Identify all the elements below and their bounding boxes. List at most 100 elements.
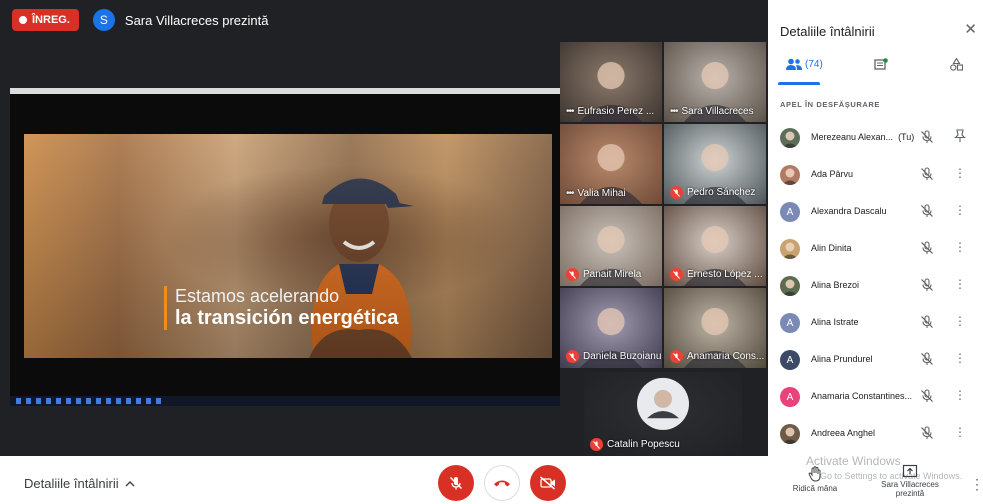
participant-row[interactable]: Ada Pârvu ⋮ <box>768 156 983 193</box>
participant-tile[interactable]: Anamaria Cons... <box>664 288 766 368</box>
more-options-icon[interactable]: ⋮ <box>954 277 966 291</box>
participant-avatar <box>780 165 800 185</box>
more-options-icon[interactable]: ⋮ <box>954 425 966 439</box>
camera-off-icon <box>540 476 555 490</box>
present-button[interactable]: Sara Villacreces prezintă <box>876 464 944 498</box>
camera-toggle-button[interactable] <box>530 465 566 501</box>
presenter-avatar: S <box>92 9 115 31</box>
participant-row[interactable]: Andreea Anghel ⋮ <box>768 415 983 452</box>
participant-tile[interactable]: Daniela Buzoianu <box>560 288 662 368</box>
mic-off-icon <box>920 352 934 371</box>
participant-name-text: Anamaria Constantines... <box>811 391 913 401</box>
mic-off-icon <box>920 315 934 334</box>
panel-tabs: (74) <box>768 54 983 85</box>
participant-tile[interactable]: Ernesto López ... <box>664 206 766 286</box>
participant-tile-name: Anamaria Cons... <box>687 351 765 362</box>
hand-icon <box>808 466 821 482</box>
participant-name: Alexandra Dascalu <box>811 206 887 216</box>
participant-tile-label: ••• Eufrasio Perez ... <box>566 106 654 117</box>
participant-avatar: A <box>780 313 800 333</box>
record-dot-icon <box>19 16 27 24</box>
participant-row[interactable]: Alin Dinita ⋮ <box>768 230 983 267</box>
participant-avatar <box>780 128 800 148</box>
participant-row[interactable]: Merezeanu Alexan... (Tu) <box>768 119 983 156</box>
participant-row[interactable]: A Alexandra Dascalu ⋮ <box>768 193 983 230</box>
participant-tile[interactable]: ••• Valia Mihai <box>560 124 662 204</box>
participant-tile-name: Eufrasio Perez ... <box>577 106 655 117</box>
participant-tile[interactable]: Panait Mirela <box>560 206 662 286</box>
mic-off-icon <box>449 476 463 490</box>
bottom-controls: Detaliile întâlnirii Activate Windows Go… <box>0 454 983 504</box>
mic-off-icon <box>670 350 683 363</box>
participant-row[interactable]: A Alina Istrate ⋮ <box>768 304 983 341</box>
mic-toggle-button[interactable] <box>438 465 474 501</box>
recording-label: ÎNREG. <box>32 14 70 26</box>
participant-name: Alina Brezoi <box>811 280 859 290</box>
pin-icon[interactable] <box>954 129 966 146</box>
present-icon <box>902 464 918 478</box>
more-options-icon[interactable]: ⋮ <box>954 351 966 365</box>
participant-tile-label: Pedro Sánchez <box>670 186 755 199</box>
participant-tile-label: ••• Valia Mihai <box>566 188 626 199</box>
participant-name: Merezeanu Alexan... (Tu) <box>811 132 914 142</box>
participant-tile-name: Catalin Popescu <box>607 439 680 450</box>
presentation-video: Estamos acelerando la transición energét… <box>24 134 552 358</box>
participant-row[interactable]: A Alina Prundurel ⋮ <box>768 341 983 378</box>
participant-tile[interactable]: Pedro Sánchez <box>664 124 766 204</box>
participant-name: Alin Dinita <box>811 243 852 253</box>
meeting-stage: ÎNREG. S Sara Villacreces prezintă Estam… <box>0 0 768 456</box>
close-icon[interactable]: ✕ <box>964 20 977 38</box>
tab-activities[interactable] <box>950 58 963 71</box>
participant-tile-label: ••• Sara Villacreces <box>670 106 754 117</box>
tab-people[interactable]: (74) <box>786 58 823 70</box>
more-options-icon[interactable]: ⋮ <box>970 476 983 493</box>
top-bar: ÎNREG. S Sara Villacreces prezintă <box>0 0 768 40</box>
participant-tile-label: Panait Mirela <box>566 268 641 281</box>
participant-tile[interactable]: ••• Eufrasio Perez ... <box>560 42 662 122</box>
mic-off-icon <box>920 167 934 186</box>
participant-row[interactable]: Alina Brezoi ⋮ <box>768 267 983 304</box>
meeting-details-panel: Detaliile întâlnirii ✕ (74) APEL ÎN DESF… <box>768 0 983 456</box>
participant-name: Alina Prundurel <box>811 354 873 364</box>
more-options-icon[interactable]: ⋮ <box>954 314 966 328</box>
meeting-details-button[interactable]: Detaliile întâlnirii <box>24 476 135 491</box>
more-options-icon[interactable]: ⋮ <box>954 166 966 180</box>
mic-off-icon <box>920 389 934 408</box>
participant-name-text: Merezeanu Alexan... <box>811 132 894 142</box>
participant-name-text: Andreea Anghel <box>811 428 876 438</box>
participant-row[interactable]: A Anamaria Constantines... ⋮ <box>768 378 983 415</box>
leave-call-button[interactable] <box>484 465 520 501</box>
mic-off-icon <box>920 241 934 260</box>
more-options-icon[interactable]: ⋮ <box>954 240 966 254</box>
self-indicator: (Tu) <box>898 132 915 142</box>
participant-tile-label: Ernesto López ... <box>670 268 763 281</box>
participant-avatar <box>780 239 800 259</box>
participant-name-text: Alina Brezoi <box>811 280 860 290</box>
raise-hand-label: Ridică mâna <box>792 484 838 493</box>
more-options-icon[interactable]: ⋮ <box>954 388 966 402</box>
mic-off-icon <box>566 268 579 281</box>
raise-hand-button[interactable]: Ridică mâna <box>790 466 840 493</box>
active-tab-indicator <box>778 82 820 85</box>
audio-level-icon: ••• <box>670 106 678 117</box>
meeting-details-label: Detaliile întâlnirii <box>24 476 119 491</box>
participant-avatar: A <box>780 202 800 222</box>
mic-off-icon <box>670 268 683 281</box>
participant-tile[interactable]: ••• Sara Villacreces <box>664 42 766 122</box>
present-label: Sara Villacreces prezintă <box>881 480 939 498</box>
more-options-icon[interactable]: ⋮ <box>954 203 966 217</box>
people-count: (74) <box>805 58 823 70</box>
participant-avatar: A <box>780 387 800 407</box>
audio-level-icon: ••• <box>566 188 574 199</box>
participant-tile-name: Valia Mihai <box>577 188 626 199</box>
participant-name: Anamaria Constantines... <box>811 391 912 401</box>
mic-off-icon <box>566 350 579 363</box>
panel-title: Detaliile întâlnirii <box>780 24 875 39</box>
taskbar-icons <box>16 398 166 404</box>
mic-off-icon <box>920 278 934 297</box>
section-heading: APEL ÎN DESFĂȘURARE <box>780 100 881 109</box>
participant-tile-name: Ernesto López ... <box>687 269 763 280</box>
chat-icon <box>874 58 888 70</box>
participant-tile[interactable]: Catalin Popescu <box>584 372 742 456</box>
tab-chat[interactable] <box>874 58 888 71</box>
